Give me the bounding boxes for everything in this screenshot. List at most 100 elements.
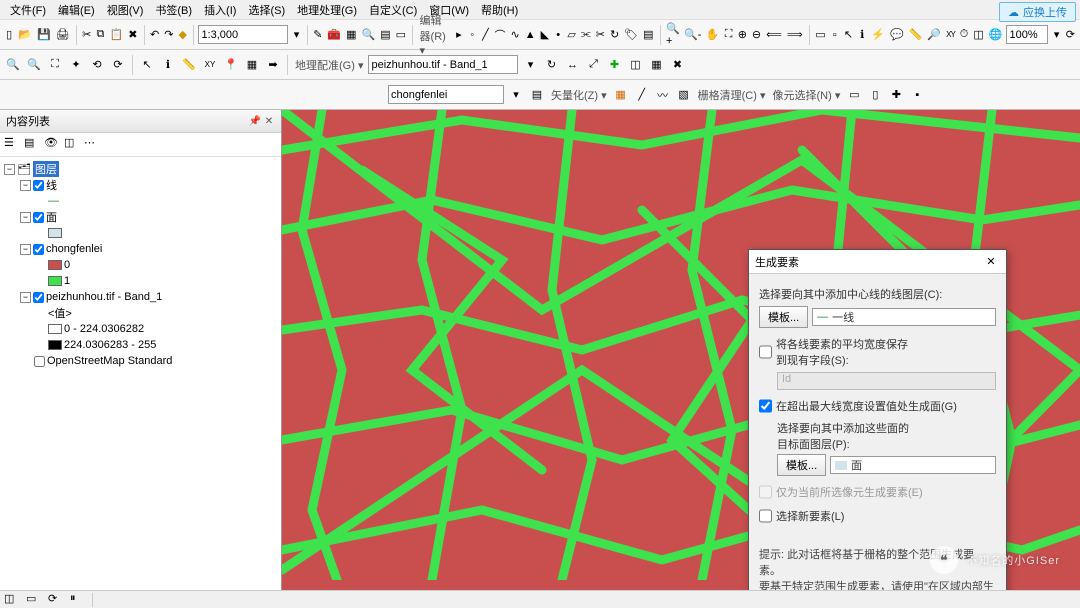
close-icon[interactable]: ✕ (982, 253, 1000, 271)
time-slider-icon[interactable]: ⏱ (959, 26, 970, 44)
expander-icon[interactable]: − (20, 244, 31, 255)
delete-icon[interactable]: ✖ (127, 26, 138, 44)
georef-dropdown-icon[interactable]: ▾ (521, 56, 539, 74)
select-arrow-icon[interactable]: ↖ (843, 26, 854, 44)
go-icon[interactable]: ➡ (264, 56, 282, 74)
layer-root[interactable]: 图层 (33, 161, 59, 177)
refresh-icon[interactable]: ⟳ (1065, 26, 1076, 44)
cell-tool3-icon[interactable]: ✚ (887, 86, 905, 104)
expander-icon[interactable]: − (20, 212, 31, 223)
html-popup-icon[interactable]: 💬 (889, 26, 905, 44)
catalog-icon[interactable]: ▦ (345, 26, 357, 44)
georef-select-icon[interactable]: ◫ (626, 56, 644, 74)
new-icon[interactable]: ▯ (4, 26, 14, 44)
dataview-icon[interactable]: ◫ (4, 592, 20, 608)
expander-icon[interactable]: − (4, 164, 15, 175)
georef-addpoint-icon[interactable]: ✚ (605, 56, 623, 74)
toc-visibility-icon[interactable]: 👁 (44, 136, 62, 154)
edit-attributes-icon[interactable]: 🏷 (623, 26, 639, 44)
nav-pan-icon[interactable]: ✋ (705, 26, 721, 44)
cellselect-dropdown[interactable]: 像元选择(N) ▾ (770, 87, 842, 103)
tool-d-icon[interactable]: ✦ (67, 56, 85, 74)
template-button-poly[interactable]: 模板... (777, 454, 826, 476)
close-icon[interactable]: ✕ (263, 115, 275, 127)
edit-reshape-icon[interactable]: ⫘ (580, 26, 592, 44)
vec-tool1-icon[interactable]: ▦ (612, 86, 630, 104)
xy-icon[interactable]: XY (945, 26, 956, 44)
edit-rightangle-icon[interactable]: ◣ (540, 26, 550, 44)
zoom-input[interactable] (1006, 25, 1048, 44)
zoom-dropdown-icon[interactable]: ▾ (1051, 26, 1061, 44)
georef-table-icon[interactable]: ▦ (647, 56, 665, 74)
menu-file[interactable]: 文件(F) (4, 0, 52, 20)
model-icon[interactable]: ▭ (395, 26, 407, 44)
menu-edit[interactable]: 编辑(E) (52, 0, 101, 20)
nav-forward-icon[interactable]: ⟹ (786, 26, 804, 44)
edit-cut-icon[interactable]: ✂ (595, 26, 606, 44)
vec-tool2-icon[interactable]: ╱ (633, 86, 651, 104)
redo-icon[interactable]: ↷ (163, 26, 174, 44)
menu-insert[interactable]: 插入(I) (198, 0, 242, 20)
globe-icon[interactable]: 🌐 (988, 26, 1004, 44)
pin-icon[interactable]: 📌 (249, 115, 261, 127)
editor-label[interactable]: 编辑器(R) ▾ (418, 12, 451, 57)
undo-icon[interactable]: ↶ (149, 26, 160, 44)
measure-icon[interactable]: 📏 (908, 26, 924, 44)
georef-layer-input[interactable] (368, 55, 518, 74)
georef-rotate-icon[interactable]: ↻ (542, 56, 560, 74)
table-icon[interactable]: ▦ (243, 56, 261, 74)
layer-osm[interactable]: OpenStreetMap Standard (47, 355, 172, 367)
georef-dropdown[interactable]: 地理配准(G) ▾ (293, 57, 365, 73)
nav-fixed-zoomout-icon[interactable]: ⊖ (751, 26, 762, 44)
nav-zoomin-icon[interactable]: 🔍+ (665, 26, 681, 44)
selnew-checkbox[interactable] (759, 508, 772, 524)
layer-checkbox[interactable] (33, 180, 44, 191)
menu-view[interactable]: 视图(V) (101, 0, 150, 20)
nav-fixed-zoomin-icon[interactable]: ⊕ (737, 26, 748, 44)
tool-c-icon[interactable]: ⛶ (46, 56, 64, 74)
tool-e-icon[interactable]: ⟲ (88, 56, 106, 74)
menu-selection[interactable]: 选择(S) (242, 0, 291, 20)
marker-icon[interactable]: 📍 (222, 56, 240, 74)
arcscan-layer-input[interactable] (388, 85, 504, 104)
georef-delete-icon[interactable]: ✖ (668, 56, 686, 74)
edit-node-icon[interactable]: ◦ (467, 26, 477, 44)
vec-tool3-icon[interactable]: 〰 (654, 86, 672, 104)
cut-icon[interactable]: ✂ (81, 26, 92, 44)
layer-peizhunhou[interactable]: peizhunhou.tif - Band_1 (46, 291, 162, 303)
toc-draworder-icon[interactable]: ☰ (4, 136, 22, 154)
nav-back-icon[interactable]: ⟸ (765, 26, 783, 44)
menu-geoprocessing[interactable]: 地理处理(G) (291, 0, 363, 20)
copy-icon[interactable]: ⧉ (95, 26, 105, 44)
map-canvas[interactable]: 生成要素 ✕ 选择要向其中添加中心线的线图层(C): 模板... — 一线 将各… (282, 110, 1080, 590)
georef-shift-icon[interactable]: ↔ (563, 56, 581, 74)
template-button-line[interactable]: 模板... (759, 306, 808, 328)
open-icon[interactable]: 📂 (17, 26, 33, 44)
tool-b-icon[interactable]: 🔍 (25, 56, 43, 74)
arcscan-opts-icon[interactable]: ▤ (528, 86, 546, 104)
info-icon[interactable]: ℹ (159, 56, 177, 74)
clear-select-icon[interactable]: ▫ (830, 26, 840, 44)
view-window-icon[interactable]: ◫ (972, 26, 984, 44)
arcscan-layer-dd-icon[interactable]: ▾ (507, 86, 525, 104)
search-icon[interactable]: 🔍 (361, 26, 377, 44)
layer-polygon[interactable]: 面 (46, 209, 57, 225)
edit-vertex-icon[interactable]: ▱ (566, 26, 576, 44)
poly-layer-input[interactable]: 面 (830, 456, 996, 474)
vec-tool4-icon[interactable]: ▧ (675, 86, 693, 104)
add-data-icon[interactable]: ◆ (177, 26, 187, 44)
measure2-icon[interactable]: 📏 (180, 56, 198, 74)
edit-rotate-icon[interactable]: ↻ (609, 26, 620, 44)
rasterclean-dropdown[interactable]: 栅格清理(C) ▾ (696, 87, 768, 103)
find-icon[interactable]: 🔎 (926, 26, 942, 44)
toolbox-icon[interactable]: 🧰 (326, 26, 342, 44)
vectorize-dropdown[interactable]: 矢量化(Z) ▾ (549, 87, 609, 103)
expander-icon[interactable]: − (20, 180, 31, 191)
pointer-icon[interactable]: ↖ (138, 56, 156, 74)
menu-bookmarks[interactable]: 书签(B) (149, 0, 198, 20)
edit-trace-icon[interactable]: ▲ (524, 26, 537, 44)
nav-full-icon[interactable]: ⛶ (723, 26, 733, 44)
menu-customize[interactable]: 自定义(C) (363, 0, 423, 20)
save-icon[interactable]: 💾 (36, 26, 52, 44)
layer-checkbox[interactable] (33, 292, 44, 303)
